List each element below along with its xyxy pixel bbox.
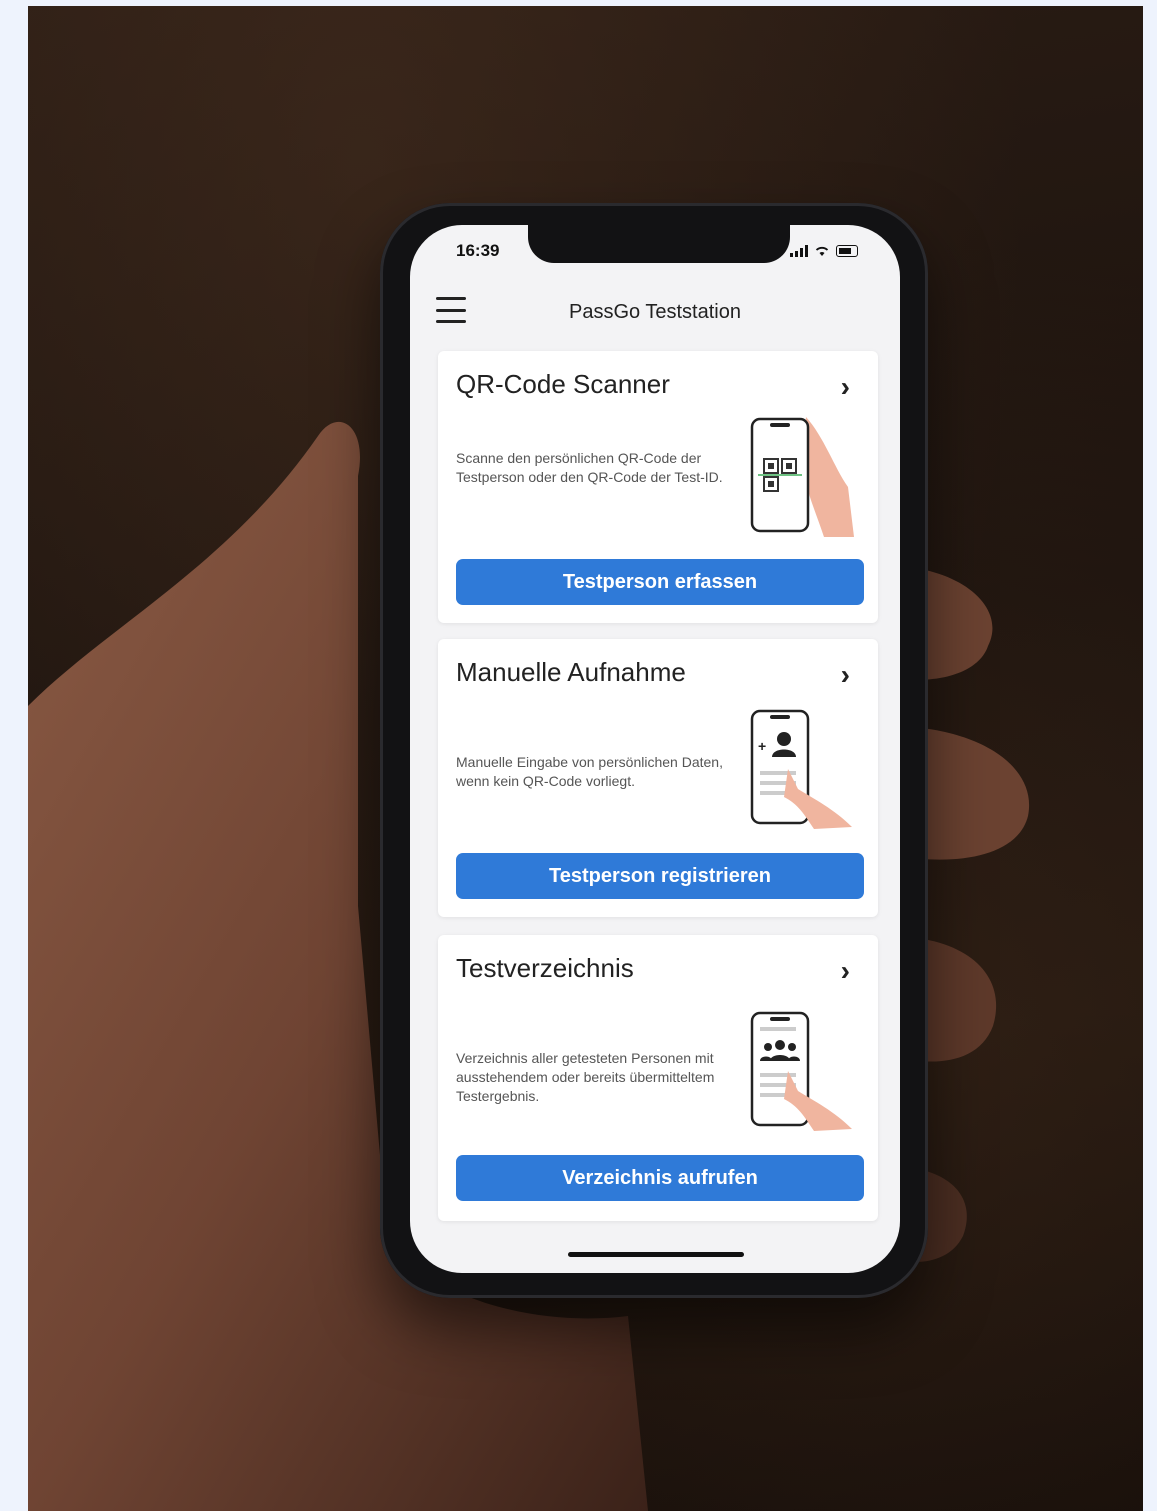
qr-scanner-card[interactable]: QR-Code Scanner › Scanne den persönliche… (438, 351, 878, 623)
test-directory-card[interactable]: Testverzeichnis › Verzeichnis aller gete… (438, 935, 878, 1221)
qr-scan-icon (750, 417, 854, 537)
wifi-icon (815, 246, 829, 256)
photo-background: 16:39 PassGo Teststation QR-Code Scanner… (28, 6, 1143, 1511)
card-description: Scanne den persönlichen QR-Code der Test… (456, 450, 723, 485)
battery-icon (836, 245, 858, 257)
chevron-right-icon[interactable]: › (841, 955, 850, 987)
chevron-right-icon[interactable]: › (841, 371, 850, 403)
card-title: Manuelle Aufnahme (456, 657, 686, 687)
card-description: Manuelle Eingabe von persönlichen Daten,… (456, 754, 723, 789)
status-time: 16:39 (456, 241, 500, 260)
chevron-right-icon[interactable]: › (841, 659, 850, 691)
open-directory-button[interactable]: Verzeichnis aufrufen (456, 1155, 864, 1201)
card-description: Verzeichnis aller getesteten Personen mi… (456, 1050, 715, 1104)
home-indicator[interactable] (568, 1252, 744, 1257)
status-icons (790, 245, 858, 257)
notch (528, 225, 790, 263)
card-title: Testverzeichnis (456, 953, 634, 983)
phone-frame: 16:39 PassGo Teststation QR-Code Scanner… (380, 203, 928, 1298)
svg-text:+: + (758, 738, 766, 754)
app-header: PassGo Teststation (410, 289, 900, 333)
page-title: PassGo Teststation (569, 301, 741, 323)
capture-person-button[interactable]: Testperson erfassen (456, 559, 864, 605)
register-person-button[interactable]: Testperson registrieren (456, 853, 864, 899)
add-person-icon: + (750, 709, 852, 829)
manual-entry-card[interactable]: Manuelle Aufnahme › Manuelle Eingabe von… (438, 639, 878, 917)
signal-icon (790, 245, 808, 257)
app-screen: 16:39 PassGo Teststation QR-Code Scanner… (410, 225, 900, 1273)
card-title: QR-Code Scanner (456, 369, 670, 399)
people-list-icon (750, 1011, 852, 1131)
